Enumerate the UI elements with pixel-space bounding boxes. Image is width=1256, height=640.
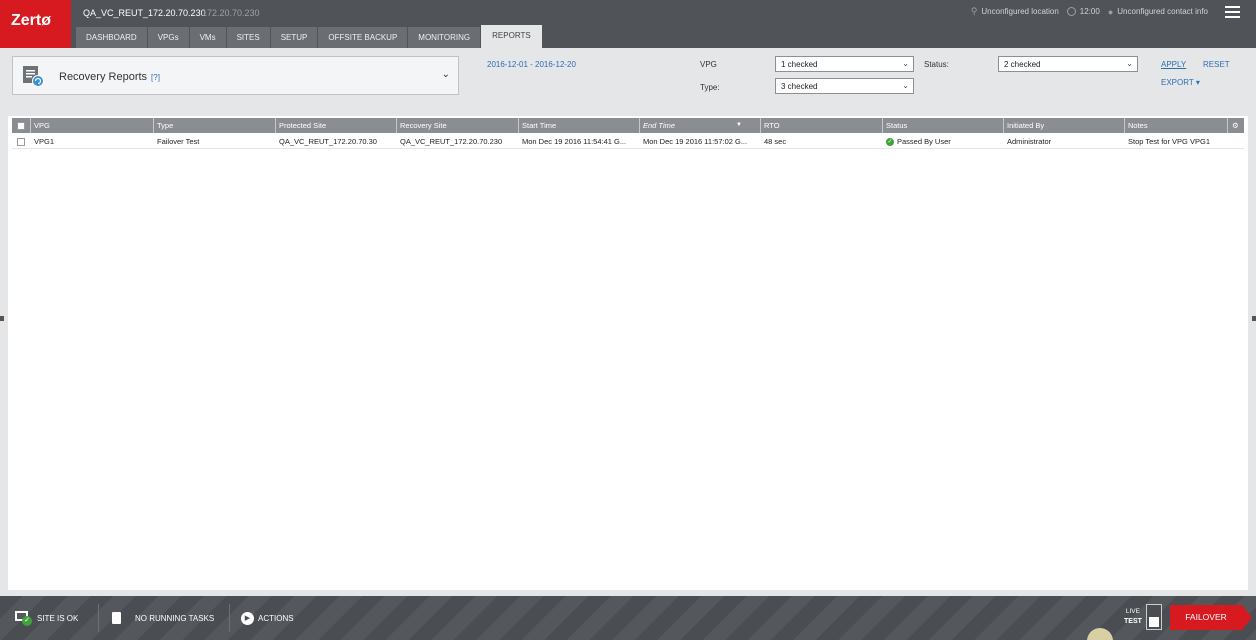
test-label: TEST (1124, 618, 1142, 625)
tab-sites[interactable]: SITES (226, 27, 270, 48)
hamburger-menu-icon[interactable] (1225, 6, 1240, 18)
status-filter-select[interactable]: 2 checked ⌄ (998, 56, 1138, 72)
report-title-text: Recovery Reports (59, 71, 148, 83)
running-tasks-text: NO RUNNING TASKS (135, 613, 215, 623)
cell-protected-site: QA_VC_REUT_172.20.70.30 (279, 137, 377, 146)
tab-reports[interactable]: REPORTS (481, 25, 542, 48)
tab-dashboard[interactable]: DASHBOARD (76, 27, 147, 48)
actions-text: ACTIONS (258, 613, 294, 623)
chevron-down-icon: ⌄ (902, 81, 909, 90)
cell-notes: Stop Test for VPG VPG1 (1128, 137, 1210, 146)
clock-icon (1066, 7, 1076, 16)
vpg-filter-value: 1 checked (781, 60, 818, 69)
divider (229, 604, 230, 632)
col-protected-site[interactable]: Protected Site (276, 118, 397, 133)
main-tabs: DASHBOARD VPGs VMs SITES SETUP OFFSITE B… (76, 25, 543, 48)
contact-info[interactable]: ● Unconfigured contact info (1108, 7, 1208, 17)
site-status[interactable]: ✓ SITE IS OK (15, 596, 78, 640)
cell-rto: 48 sec (764, 137, 787, 146)
top-header: Zertø QA_VC_REUT_172.20.70.230 172.20.70… (0, 0, 1256, 48)
gear-icon[interactable]: ⚙ (1228, 118, 1244, 133)
tab-offsite-backup[interactable]: OFFSITE BACKUP (318, 27, 408, 48)
time-text: 12:00 (1079, 7, 1100, 16)
site-name: QA_VC_REUT_172.20.70.230 (83, 8, 206, 18)
table-row[interactable]: VPG1 Failover Test QA_VC_REUT_172.20.70.… (12, 134, 1244, 149)
col-initiated-by[interactable]: Initiated By (1004, 118, 1125, 133)
col-type[interactable]: Type (154, 118, 276, 133)
col-vpg[interactable]: VPG (31, 118, 154, 133)
col-status[interactable]: Status (883, 118, 1004, 133)
clipboard-icon (112, 612, 121, 624)
col-end-time-label: End Time (643, 121, 676, 130)
chevron-down-icon: ⌄ (1126, 59, 1133, 68)
tab-setup[interactable]: SETUP (270, 27, 318, 48)
location-pin-icon: ⚲ (970, 6, 978, 16)
actions-button[interactable]: ▶ ACTIONS (241, 596, 294, 640)
chevron-down-icon: ⌄ (902, 59, 909, 68)
live-label: LIVE (1125, 608, 1140, 615)
sort-desc-icon: ▼ (736, 122, 742, 128)
time-info: 12:00 (1066, 7, 1100, 16)
cell-initiated-by: Administrator (1007, 137, 1052, 146)
zerto-logo[interactable]: Zertø (0, 0, 71, 48)
cell-start-time: Mon Dec 19 2016 11:54:41 G... (522, 137, 627, 146)
apply-button[interactable]: APPLY (1161, 60, 1186, 69)
vpg-filter-label: VPG (700, 60, 717, 69)
tab-monitoring[interactable]: MONITORING (408, 27, 481, 48)
col-recovery-site[interactable]: Recovery Site (397, 118, 519, 133)
status-bar: ✓ SITE IS OK NO RUNNING TASKS ▶ ACTIONS (0, 596, 1256, 640)
live-test-toggle[interactable] (1146, 604, 1162, 630)
col-end-time[interactable]: End Time ▼ (640, 118, 761, 133)
report-title: Recovery Reports [?] (59, 71, 160, 83)
cell-end-time: Mon Dec 19 2016 11:57:02 G... (643, 137, 748, 146)
vpg-filter-select[interactable]: 1 checked ⌄ (775, 56, 914, 72)
cell-type: Failover Test (157, 137, 200, 146)
status-filter-label: Status: (924, 60, 949, 69)
failover-button[interactable]: FAILOVER (1170, 605, 1252, 630)
type-filter-select[interactable]: 3 checked ⌄ (775, 78, 914, 94)
date-range-picker[interactable]: 2016-12-01 - 2016-12-20 (487, 60, 576, 69)
tab-vms[interactable]: VMs (189, 27, 226, 48)
tab-vpgs[interactable]: VPGs (147, 27, 189, 48)
type-filter-value: 3 checked (781, 82, 818, 91)
chevron-down-icon[interactable]: ⌄ (442, 69, 450, 80)
status-filter-value: 2 checked (1004, 60, 1041, 69)
site-status-text: SITE IS OK (37, 613, 79, 623)
report-icon (23, 66, 44, 87)
export-dropdown[interactable]: EXPORT ▾ (1161, 78, 1200, 87)
left-resize-handle[interactable] (0, 316, 4, 321)
reset-button[interactable]: RESET (1203, 60, 1230, 69)
site-info: ⚲ Unconfigured location 12:00 ● Unconfig… (963, 6, 1208, 17)
play-icon: ▶ (241, 611, 254, 625)
live-test-labels: LIVE TEST (1124, 607, 1142, 627)
failover-label: FAILOVER (1185, 612, 1227, 622)
col-start-time[interactable]: Start Time (519, 118, 640, 133)
col-rto[interactable]: RTO (761, 118, 883, 133)
cell-status-text: Passed By User (897, 137, 951, 146)
site-ip: 172.20.70.230 (202, 8, 260, 18)
divider (98, 604, 99, 632)
right-resize-handle[interactable] (1252, 316, 1256, 321)
site-ok-icon: ✓ (15, 611, 33, 626)
running-tasks[interactable]: NO RUNNING TASKS (112, 596, 214, 640)
contact-text: Unconfigured contact info (1117, 7, 1208, 16)
report-table: VPG Type Protected Site Recovery Site St… (8, 116, 1248, 590)
help-link[interactable]: [?] (151, 73, 160, 82)
report-selector[interactable]: Recovery Reports [?] ⌄ (12, 56, 459, 95)
location-info[interactable]: ⚲ Unconfigured location (971, 6, 1059, 17)
person-icon: ● (1107, 6, 1114, 17)
cell-status: ✓ Passed By User (883, 134, 1004, 148)
cell-recovery-site: QA_VC_REUT_172.20.70.230 (400, 137, 503, 146)
col-notes[interactable]: Notes (1125, 118, 1228, 133)
row-checkbox[interactable] (12, 134, 31, 148)
table-header: VPG Type Protected Site Recovery Site St… (12, 118, 1244, 133)
cell-vpg: VPG1 (34, 137, 55, 146)
location-text: Unconfigured location (981, 7, 1059, 16)
check-icon: ✓ (886, 138, 894, 147)
select-all-checkbox[interactable] (12, 118, 31, 133)
type-filter-label: Type: (700, 83, 720, 92)
